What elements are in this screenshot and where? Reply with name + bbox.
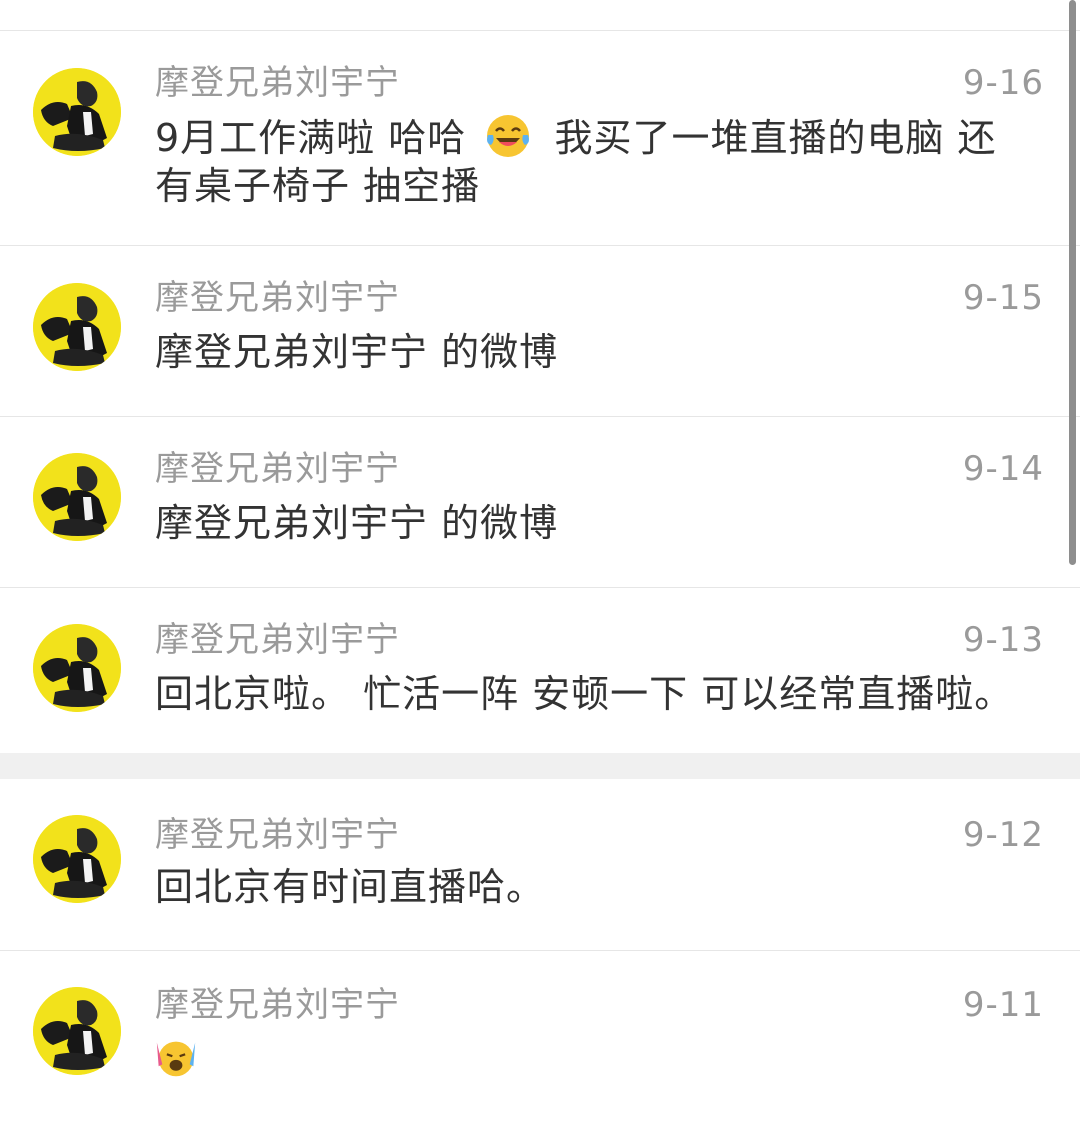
post-feed: 摩登兄弟刘宇宁 9-16 9月工作满啦 哈哈 我买了一堆直播的电脑 还有桌子椅子… xyxy=(0,0,1080,1130)
scrollbar[interactable] xyxy=(1069,0,1076,565)
post-text: 回北京有时间直播哈。 xyxy=(155,865,546,909)
post-author-name[interactable]: 摩登兄弟刘宇宁 xyxy=(155,612,400,661)
post-text xyxy=(155,1037,1035,1079)
avatar-person-icon xyxy=(33,624,121,712)
post-text: 回北京啦。 忙活一阵 安顿一下 可以经常直播啦。 xyxy=(155,672,1014,716)
feed-post-item[interactable]: 摩登兄弟刘宇宁 9-14 摩登兄弟刘宇宁 的微博 xyxy=(0,416,1080,587)
post-author-name[interactable]: 摩登兄弟刘宇宁 xyxy=(155,807,400,856)
avatar-person-icon xyxy=(33,68,121,156)
avatar-person-icon xyxy=(33,283,121,371)
feed-post-item[interactable]: 摩登兄弟刘宇宁 9-12 回北京有时间直播哈。 xyxy=(0,779,1080,949)
post-author-name[interactable]: 摩登兄弟刘宇宁 xyxy=(155,441,400,490)
crying-excited-emoji-icon xyxy=(156,1041,196,1077)
feed-post-item[interactable]: 摩登兄弟刘宇宁 9-13 回北京啦。 忙活一阵 安顿一下 可以经常直播啦。 xyxy=(0,587,1080,753)
post-date: 9-13 xyxy=(962,620,1044,660)
post-date: 9-11 xyxy=(962,985,1044,1025)
post-author-name[interactable]: 摩登兄弟刘宇宁 xyxy=(155,270,400,319)
laugh-tears-emoji-icon xyxy=(487,115,530,157)
post-text: 摩登兄弟刘宇宁 的微博 xyxy=(155,501,559,545)
avatar-person-icon xyxy=(33,453,121,541)
section-divider xyxy=(0,753,1080,779)
avatar[interactable] xyxy=(33,453,121,541)
avatar[interactable] xyxy=(33,987,121,1075)
feed-post-item[interactable]: 摩登兄弟刘宇宁 9-15 摩登兄弟刘宇宁 的微博 xyxy=(0,245,1080,416)
post-date: 9-14 xyxy=(962,449,1044,489)
post-author-name[interactable]: 摩登兄弟刘宇宁 xyxy=(155,977,400,1026)
avatar-person-icon xyxy=(33,815,121,903)
feed-post-item[interactable]: 摩登兄弟刘宇宁 9-11 xyxy=(0,950,1080,1121)
avatar[interactable] xyxy=(33,283,121,371)
post-text-part: 9月工作满啦 哈哈 xyxy=(155,116,467,160)
post-date: 9-16 xyxy=(962,63,1044,103)
post-date: 9-15 xyxy=(962,278,1044,318)
post-text: 9月工作满啦 哈哈 我买了一堆直播的电脑 还有桌子椅子 抽空播 xyxy=(155,113,1035,210)
avatar[interactable] xyxy=(33,68,121,156)
post-text: 摩登兄弟刘宇宁 的微博 xyxy=(155,330,559,374)
avatar[interactable] xyxy=(33,624,121,712)
feed-post-item[interactable]: 摩登兄弟刘宇宁 9-16 9月工作满啦 哈哈 我买了一堆直播的电脑 还有桌子椅子… xyxy=(0,30,1080,245)
avatar-person-icon xyxy=(33,987,121,1075)
avatar[interactable] xyxy=(33,815,121,903)
post-date: 9-12 xyxy=(962,815,1044,855)
post-author-name[interactable]: 摩登兄弟刘宇宁 xyxy=(155,55,400,104)
